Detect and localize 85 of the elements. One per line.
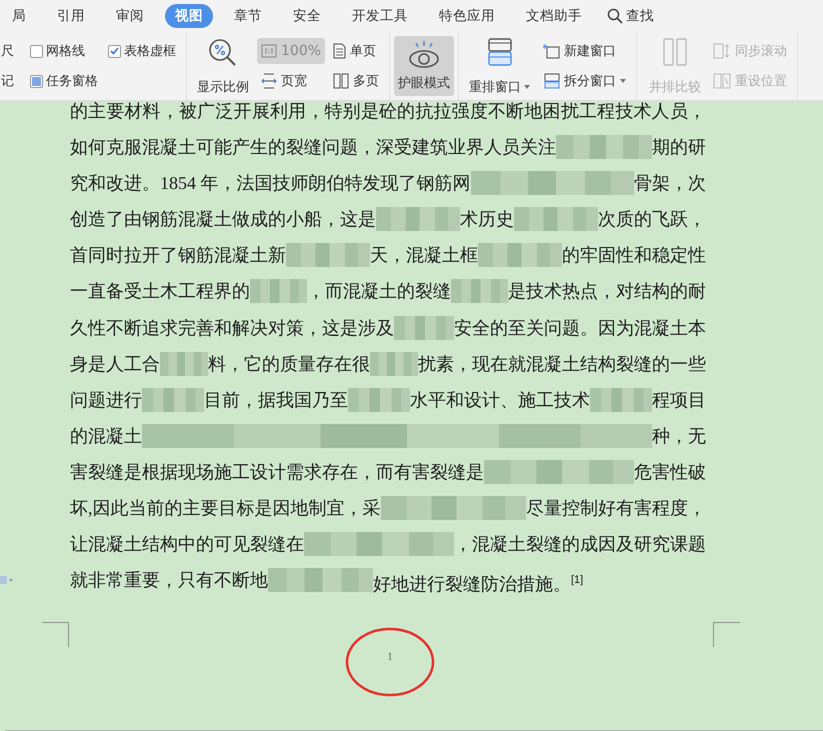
- mosaic-blur: [370, 352, 418, 376]
- body-text: 如何克服混凝土可能产生的裂缝问题，深受建筑业界人员关注: [70, 137, 556, 158]
- body-text: 久性不断追求完善和解决对策，这是涉及: [70, 318, 394, 338]
- body-text: 首同时拉开了钢筋混凝土新: [70, 245, 286, 266]
- body-text: 期的研: [652, 137, 706, 158]
- split-window-button[interactable]: 拆分窗口: [538, 68, 630, 94]
- body-text: 究和改进。1854 年，法国技师朗伯特发现了钢筋网: [70, 173, 470, 194]
- multi-page-button[interactable]: 多页: [329, 68, 384, 94]
- body-text: 次质的飞跃，: [598, 209, 706, 230]
- eye-protection-button[interactable]: 护眼模式: [394, 36, 454, 96]
- body-text: 种，无: [652, 426, 706, 446]
- split-window-icon: [542, 73, 560, 89]
- new-window-icon: [542, 43, 560, 59]
- caret-icon: [620, 79, 626, 83]
- body-text: 身是人工合: [70, 354, 160, 374]
- body-text: 术历史: [460, 209, 514, 230]
- body-text: 扰素，现在就混凝土结构裂缝的一些: [418, 354, 706, 374]
- body-text: ，混凝土裂缝的成因及研究课题: [454, 534, 706, 554]
- body-text: ，而混凝土的裂缝: [307, 281, 451, 302]
- body-text: 害裂缝是根据现场施工设计需求存在，而有害裂缝是: [70, 462, 484, 482]
- page-width-icon: [261, 73, 277, 89]
- body-text: 是技术热点，对结构的耐: [508, 281, 706, 302]
- checkbox-option[interactable]: 表格虚框: [108, 39, 176, 63]
- zoom-magnifier-icon: [208, 38, 238, 68]
- two-pages-icon: [333, 73, 350, 89]
- body-text: 问题进行: [70, 390, 142, 410]
- mosaic-blur: [451, 279, 508, 304]
- body-text: 让混凝土结构中的可见裂缝在: [70, 534, 304, 554]
- body-text: 的牢固性和稳定性: [562, 245, 706, 266]
- mosaic-blur: [590, 388, 652, 412]
- mosaic-blur: [160, 352, 208, 376]
- body-text: 程项目: [652, 390, 706, 410]
- ribbon-tab[interactable]: 开发工具: [342, 4, 418, 28]
- ribbon-tab[interactable]: 引用: [47, 4, 95, 28]
- two-columns-icon: [662, 38, 688, 66]
- zoom-ratio-button[interactable]: 显示比例: [193, 32, 253, 100]
- mosaic-blur: [250, 279, 307, 304]
- body-text: 天，混凝土框: [370, 245, 478, 266]
- page-corner-mark: [713, 622, 740, 648]
- body-text: 就非常重要，只有不断地: [70, 570, 268, 590]
- option-label: 记: [1, 73, 14, 91]
- body-text: 骨架，次: [634, 173, 706, 194]
- checkbox-option[interactable]: 网格线: [30, 39, 98, 63]
- option-label: 尺: [1, 43, 14, 61]
- checkbox[interactable]: [108, 44, 121, 58]
- ribbon-tab[interactable]: 安全: [283, 4, 331, 28]
- single-page-button[interactable]: 单页: [329, 38, 384, 64]
- search-button[interactable]: 查找: [607, 7, 654, 25]
- windows-stack-icon: [486, 38, 513, 66]
- body-text: 安全的至关问题。因为混凝土本: [454, 318, 706, 338]
- page-width-button[interactable]: 页宽: [257, 68, 326, 94]
- checkbox[interactable]: [30, 44, 43, 58]
- eye-icon: [408, 40, 440, 70]
- ribbon-tab[interactable]: 审阅: [106, 4, 154, 28]
- body-text: 水平和设计、施工技术: [410, 390, 590, 410]
- checkbox-option[interactable]: 任务窗格: [30, 69, 98, 93]
- ribbon-tab[interactable]: 章节: [224, 4, 272, 28]
- body-text: 目前，据我国乃至: [204, 390, 348, 410]
- body-text: 的混凝土: [70, 426, 142, 446]
- body-text: 一直备受土木工程界的: [70, 281, 250, 302]
- body-text: 好地进行裂缝防治措施。$^{[1]}$: [373, 573, 584, 594]
- actual-size-icon: [261, 44, 277, 58]
- mosaic-blur: [394, 316, 454, 340]
- ribbon-tab[interactable]: 文档助手: [516, 4, 592, 28]
- page-icon: [333, 43, 346, 59]
- ribbon-tab[interactable]: 局: [2, 4, 36, 28]
- sidebar-toggle-icon[interactable]: [0, 575, 14, 585]
- page-number: 1: [387, 651, 393, 664]
- search-icon: [607, 8, 623, 24]
- body-text: 危害性破: [634, 462, 706, 482]
- page-corner-mark: [42, 622, 69, 648]
- scroll-arrows-icon: [713, 43, 732, 59]
- caret-icon: [524, 85, 530, 89]
- reset-layout-icon: [713, 73, 732, 89]
- new-window-button[interactable]: 新建窗口: [538, 38, 630, 64]
- rearrange-windows-button[interactable]: 重排窗口: [465, 32, 534, 100]
- body-text: 的主要材料，被广泛开展利用，特别是砼的抗拉强度不断地困扰工程技术人员，: [70, 101, 706, 121]
- body-text: 坏,因此当前的主要目标是因地制宜，采: [70, 498, 380, 518]
- mosaic-blur: [348, 388, 410, 412]
- ribbon-tab[interactable]: 特色应用: [429, 4, 505, 28]
- body-text: 尽量控制好有害程度，: [526, 498, 706, 518]
- mosaic-blur: [142, 388, 204, 412]
- body-text: 料，它的质量存在很: [208, 354, 370, 374]
- body-text: 创造了由钢筋混凝土做成的小船，这是: [70, 209, 376, 230]
- checkbox[interactable]: [30, 74, 43, 88]
